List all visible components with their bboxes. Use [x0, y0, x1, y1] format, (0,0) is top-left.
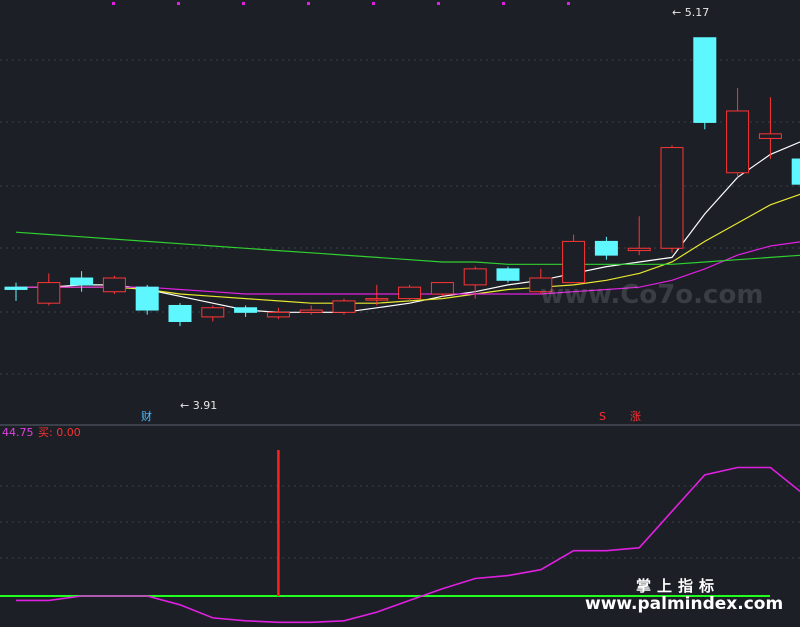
candle-body-up — [430, 282, 454, 295]
candle-body-down — [496, 268, 520, 281]
candle-body-down — [135, 286, 159, 311]
candle-body-up — [365, 298, 389, 301]
finance-marker: 财 — [141, 410, 152, 423]
low-price-label: ← 3.91 — [180, 399, 218, 412]
candle-body-up — [398, 286, 422, 300]
candle-body-up — [463, 268, 487, 286]
low-price-value: 3.91 — [192, 399, 218, 412]
candle-body-down — [4, 286, 28, 290]
top-tick-mark — [177, 2, 180, 5]
s-marker: S — [599, 410, 606, 423]
high-price-label: ← 5.17 — [672, 6, 710, 19]
candle-body-up — [332, 300, 356, 313]
candle-body-down — [70, 277, 94, 286]
candle-body-up — [266, 311, 290, 318]
candle-body-up — [201, 307, 225, 318]
watermark-top: www.Co7o.com — [540, 280, 764, 310]
candle-body-up — [37, 282, 61, 304]
top-tick-mark — [242, 2, 245, 5]
top-tick-mark — [372, 2, 375, 5]
candle-body-up — [299, 309, 323, 313]
candle-body-down — [234, 307, 258, 313]
rise-marker: 涨 — [630, 410, 641, 423]
top-tick-mark — [502, 2, 505, 5]
top-tick-mark — [307, 2, 310, 5]
candle-body-up — [726, 110, 750, 174]
candle-body-up — [562, 240, 586, 284]
watermark-bottom-cn: 掌上指标 — [636, 577, 721, 595]
candle-body-down — [791, 158, 800, 185]
candle-body-up — [627, 247, 651, 252]
candle-body-down — [594, 240, 618, 256]
candle-body-down — [168, 304, 192, 322]
watermark-bottom-url: www.palmindex.com — [585, 594, 784, 614]
high-price-value: 5.17 — [684, 6, 710, 19]
candle-body-up — [758, 133, 782, 139]
indicator-buy-label: 买: 0.00 — [38, 426, 81, 439]
top-tick-mark — [112, 2, 115, 5]
top-tick-mark — [567, 2, 570, 5]
candle-body-up — [660, 147, 684, 249]
candle-body-up — [102, 277, 126, 293]
stock-chart — [0, 2, 800, 624]
candle-body-down — [693, 37, 717, 123]
indicator-value-label: 44.75 — [2, 426, 34, 439]
top-tick-mark — [437, 2, 440, 5]
